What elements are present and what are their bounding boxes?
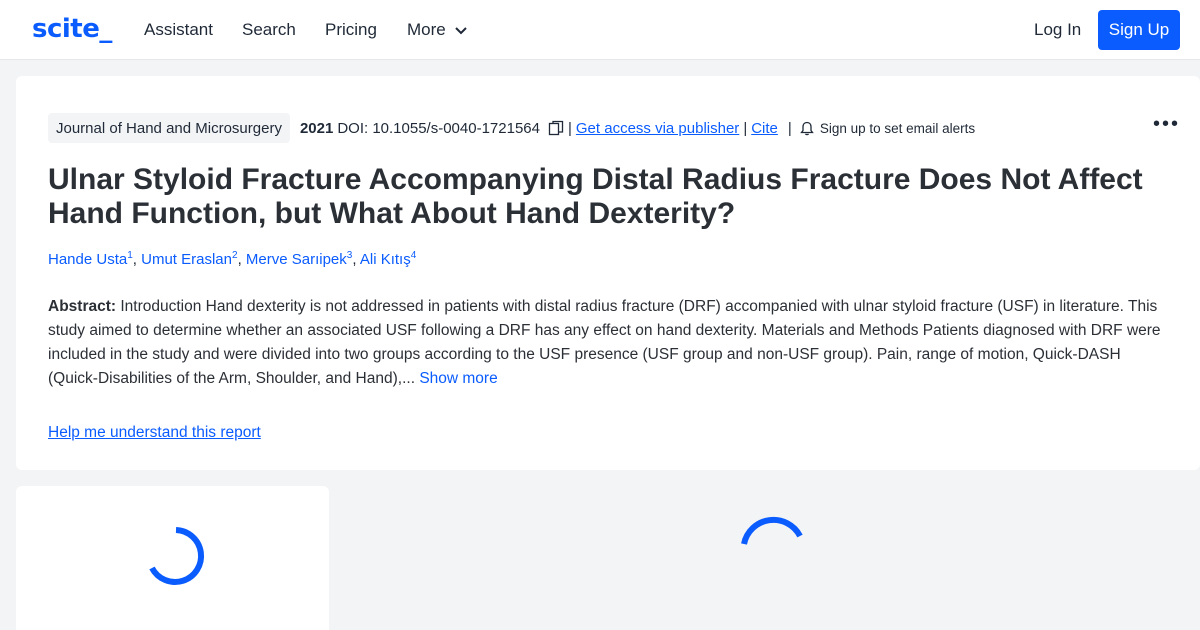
- loading-spinner-icon: [741, 516, 803, 545]
- author-link[interactable]: Merve Sarıipek3: [245, 250, 353, 268]
- get-access-link[interactable]: Get access via publisher: [576, 120, 739, 137]
- publication-year: 2021: [299, 119, 334, 137]
- author-link[interactable]: Ali Kıtış4: [359, 250, 417, 268]
- separator: |: [787, 119, 792, 137]
- chevron-down-icon: [455, 27, 467, 35]
- email-alerts-button[interactable]: Sign up to set email alerts: [796, 121, 975, 136]
- help-understand-link[interactable]: Help me understand this report: [48, 424, 261, 442]
- abstract-label: Abstract:: [48, 298, 117, 315]
- doi-text: DOI: 10.1055/s-0040-1721564: [337, 119, 540, 137]
- author-name: Merve Sarıipek: [245, 251, 347, 268]
- abstract: Abstract: Introduction Hand dexterity is…: [48, 295, 1168, 391]
- abstract-text: Introduction Hand dexterity is not addre…: [48, 298, 1161, 387]
- login-link[interactable]: Log In: [1034, 20, 1081, 40]
- nav-more-label: More: [407, 20, 446, 39]
- copy-icon[interactable]: [548, 120, 564, 136]
- signup-button[interactable]: Sign Up: [1098, 10, 1180, 50]
- author-name: Hande Usta: [48, 251, 128, 268]
- bell-icon: [800, 121, 814, 135]
- author-link[interactable]: Hande Usta1: [48, 250, 133, 268]
- author-affiliation: 2: [232, 250, 238, 261]
- author-name: Ali Kıtış: [359, 251, 411, 268]
- author-name: Umut Eraslan: [141, 251, 232, 268]
- nav-search[interactable]: Search: [242, 20, 296, 40]
- nav-more-dropdown[interactable]: More: [407, 20, 468, 40]
- top-navigation: scite_ Assistant Search Pricing More Log…: [0, 0, 1200, 60]
- show-more-link[interactable]: Show more: [419, 370, 497, 387]
- email-alerts-label: Sign up to set email alerts: [819, 120, 976, 136]
- loading-spinner-icon: [149, 527, 204, 585]
- nav-pricing[interactable]: Pricing: [325, 20, 377, 40]
- more-options-icon[interactable]: •••: [1153, 114, 1180, 134]
- author-list: Hande Usta1, Umut Eraslan2, Merve Sarıip…: [48, 250, 417, 268]
- author-link[interactable]: Umut Eraslan2: [141, 250, 238, 268]
- report-card: Journal of Hand and Microsurgery 2021 DO…: [16, 76, 1200, 470]
- author-affiliation: 4: [410, 250, 417, 261]
- journal-badge[interactable]: Journal of Hand and Microsurgery: [48, 113, 290, 143]
- author-affiliation: 3: [346, 250, 353, 261]
- nav-assistant[interactable]: Assistant: [144, 20, 213, 40]
- cite-link[interactable]: Cite: [751, 120, 778, 137]
- separator: |: [567, 119, 572, 137]
- paper-meta-row: Journal of Hand and Microsurgery 2021 DO…: [48, 113, 975, 143]
- author-affiliation: 1: [127, 250, 133, 261]
- scite-logo[interactable]: scite_: [32, 14, 112, 44]
- paper-title: Ulnar Styloid Fracture Accompanying Dist…: [48, 163, 1143, 230]
- separator: |: [743, 119, 748, 137]
